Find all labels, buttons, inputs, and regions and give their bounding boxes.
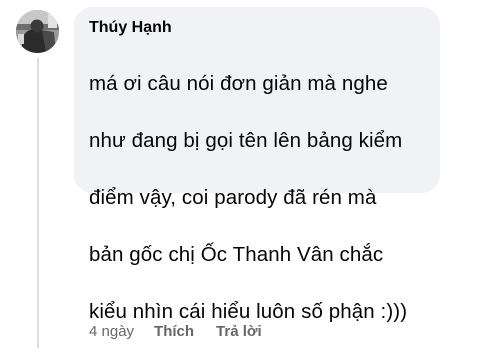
comment-text-line: má ơi câu nói đơn giản mà nghe [89,71,388,95]
thread-line [37,58,39,348]
comment-text-line: điểm vậy, coi parody đã rén mà [89,185,377,209]
profile-photo-icon [16,10,59,53]
comment-text-line: bản gốc chị Ốc Thanh Vân chắc [89,243,384,267]
like-button[interactable]: Thích [154,323,194,340]
comment-author[interactable]: Thúy Hạnh [89,18,426,38]
reply-button[interactable]: Trả lời [216,323,262,340]
comment: Thúy Hạnh má ơi câu nói đơn giản mà nghe… [0,0,500,348]
comment-text-line: như đang bị gọi tên lên bảng kiểm [89,128,403,152]
comment-text: má ơi câu nói đơn giản mà nghe như đang … [89,41,426,356]
comment-actions: 4 ngày Thích Trả lời [89,320,262,342]
avatar[interactable] [16,10,59,53]
comment-bubble: Thúy Hạnh má ơi câu nói đơn giản mà nghe… [74,7,440,323]
comment-timestamp[interactable]: 4 ngày [89,323,134,340]
